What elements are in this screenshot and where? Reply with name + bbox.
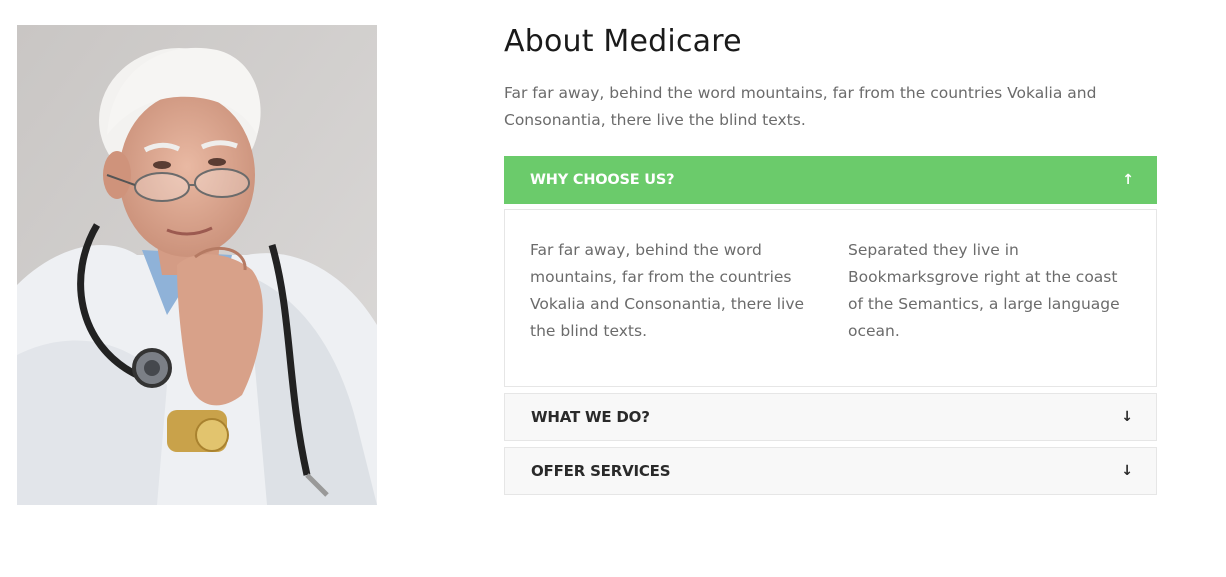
accordion-label: WHY CHOOSE US? xyxy=(530,172,675,188)
accordion-label: OFFER SERVICES xyxy=(531,462,671,480)
panel-text-left: Far far away, behind the word mountains,… xyxy=(530,241,805,340)
accordion-panel-why-choose-us: Far far away, behind the word mountains,… xyxy=(504,209,1157,387)
panel-text-right: Separated they live in Bookmarksgrove ri… xyxy=(848,241,1120,340)
accordion-header-offer-services[interactable]: OFFER SERVICES ↓ xyxy=(504,447,1157,495)
about-section: About Medicare Far far away, behind the … xyxy=(504,22,1157,495)
arrow-up-icon: ↑ xyxy=(1122,172,1134,188)
accordion-label: WHAT WE DO? xyxy=(531,408,650,426)
doctor-photo xyxy=(17,25,377,505)
intro-text: Far far away, behind the word mountains,… xyxy=(504,84,1097,129)
accordion-header-what-we-do[interactable]: WHAT WE DO? ↓ xyxy=(504,393,1157,441)
arrow-down-icon: ↓ xyxy=(1121,463,1133,479)
arrow-down-icon: ↓ xyxy=(1121,409,1133,425)
accordion-header-why-choose-us[interactable]: WHY CHOOSE US? ↑ xyxy=(504,156,1157,204)
page-title: About Medicare xyxy=(504,24,742,59)
